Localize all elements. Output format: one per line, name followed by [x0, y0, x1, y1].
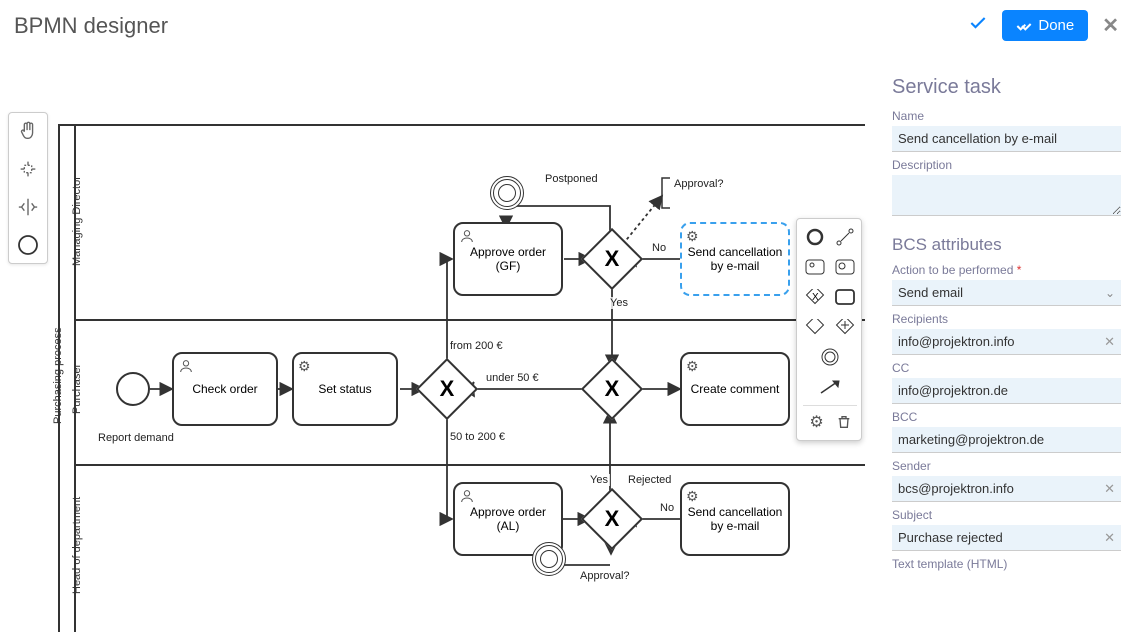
task-send-cancel-bottom[interactable]: ⚙ Send cancellation by e-mail [680, 482, 790, 556]
edge-label: Postponed [543, 173, 600, 185]
task-set-status[interactable]: ⚙ Set status [292, 352, 398, 426]
lane-label: Managing Director [71, 176, 83, 266]
edge-label: under 50 € [484, 372, 541, 384]
space-tool[interactable] [14, 193, 42, 221]
cp-task[interactable] [833, 285, 857, 309]
lane-label: Head of department [71, 497, 83, 594]
description-input[interactable] [892, 175, 1121, 216]
cp-gateway-xor[interactable]: X [803, 285, 827, 309]
gear-icon: ⚙ [686, 358, 699, 375]
lasso-tool[interactable] [14, 155, 42, 183]
bcc-label: BCC [892, 410, 1121, 424]
palette-toolbar [8, 112, 48, 264]
name-label: Name [892, 109, 1121, 123]
properties-panel: Service task Name Description BCS attrib… [883, 62, 1133, 632]
lane-label: Purchaser [71, 364, 83, 414]
svg-text:X: X [812, 292, 819, 303]
sender-label: Sender [892, 459, 1121, 473]
bpmn-canvas[interactable]: Purchasing process Managing Director Pur… [0, 62, 883, 632]
template-label: Text template (HTML) [892, 557, 1121, 571]
task-approve-gf[interactable]: Approve order (GF) [453, 222, 563, 296]
task-check-order[interactable]: Check order [172, 352, 278, 426]
page-title: BPMN designer [14, 13, 168, 39]
timer-event[interactable] [490, 176, 524, 210]
cp-service-task[interactable] [833, 255, 857, 279]
user-icon [459, 228, 475, 247]
timer-event[interactable] [532, 542, 566, 576]
bcs-title: BCS attributes [892, 235, 1121, 255]
edge-label: Yes [588, 474, 610, 486]
pool-label: Purchasing process [52, 327, 64, 424]
panel-title: Service task [892, 76, 1121, 99]
clear-icon[interactable]: ✕ [1098, 481, 1121, 497]
action-label: Action to be performed * [892, 263, 1121, 277]
name-input[interactable] [892, 126, 1121, 152]
hand-tool[interactable] [14, 117, 42, 145]
start-event[interactable] [116, 372, 150, 406]
recipients-input[interactable] [892, 329, 1098, 354]
subject-input[interactable] [892, 525, 1098, 550]
recipients-label: Recipients [892, 312, 1121, 326]
action-select[interactable]: Send email ⌄ [892, 280, 1121, 306]
done-button[interactable]: Done [1002, 10, 1088, 41]
chevron-down-icon: ⌄ [1105, 286, 1115, 300]
edge-label: 50 to 200 € [448, 431, 507, 443]
user-icon [178, 358, 194, 377]
user-icon [459, 488, 475, 507]
sender-input[interactable] [892, 476, 1098, 501]
cp-end-event[interactable] [803, 225, 827, 249]
task-create-comment[interactable]: ⚙ Create comment [680, 352, 790, 426]
cp-user-task[interactable] [803, 255, 827, 279]
subject-label: Subject [892, 508, 1121, 522]
cp-gateway-plus[interactable] [803, 315, 827, 339]
edge-label: Report demand [96, 432, 176, 444]
gear-icon: ⚙ [686, 228, 699, 245]
edge-label: Rejected [626, 474, 673, 486]
clear-icon[interactable]: ✕ [1098, 530, 1121, 546]
description-label: Description [892, 158, 1121, 172]
gateway-merge[interactable]: X [581, 358, 643, 420]
cp-sequence-flow[interactable] [818, 375, 842, 399]
context-pad: X ⚙ [796, 218, 862, 441]
start-event-tool[interactable] [14, 231, 42, 259]
cp-connect-icon[interactable] [833, 225, 857, 249]
cp-trash-icon[interactable] [832, 410, 856, 434]
gateway-approval-al[interactable]: X [581, 488, 643, 550]
edge-label: Approval? [578, 570, 632, 582]
gear-icon: ⚙ [298, 358, 311, 375]
clear-icon[interactable]: ✕ [1098, 334, 1121, 350]
task-send-cancel-top[interactable]: ⚙ Send cancellation by e-mail [680, 222, 790, 296]
bcc-input[interactable] [892, 427, 1121, 452]
cc-label: CC [892, 361, 1121, 375]
confirm-icon[interactable] [968, 13, 988, 39]
cp-wrench-icon[interactable]: ⚙ [805, 410, 829, 434]
close-icon[interactable]: ✕ [1102, 13, 1119, 38]
gateway-approval-gf[interactable]: X [581, 228, 643, 290]
cp-gateway-parallel[interactable] [833, 315, 857, 339]
gateway-split[interactable]: X [416, 358, 478, 420]
edge-label: No [650, 242, 668, 254]
edge-label: Approval? [672, 178, 726, 190]
edge-label: Yes [608, 297, 630, 309]
edge-label: No [658, 502, 676, 514]
gear-icon: ⚙ [686, 488, 699, 505]
edge-label: from 200 € [448, 340, 505, 352]
cp-intermediate-event[interactable] [818, 345, 842, 369]
cc-input[interactable] [892, 378, 1121, 403]
